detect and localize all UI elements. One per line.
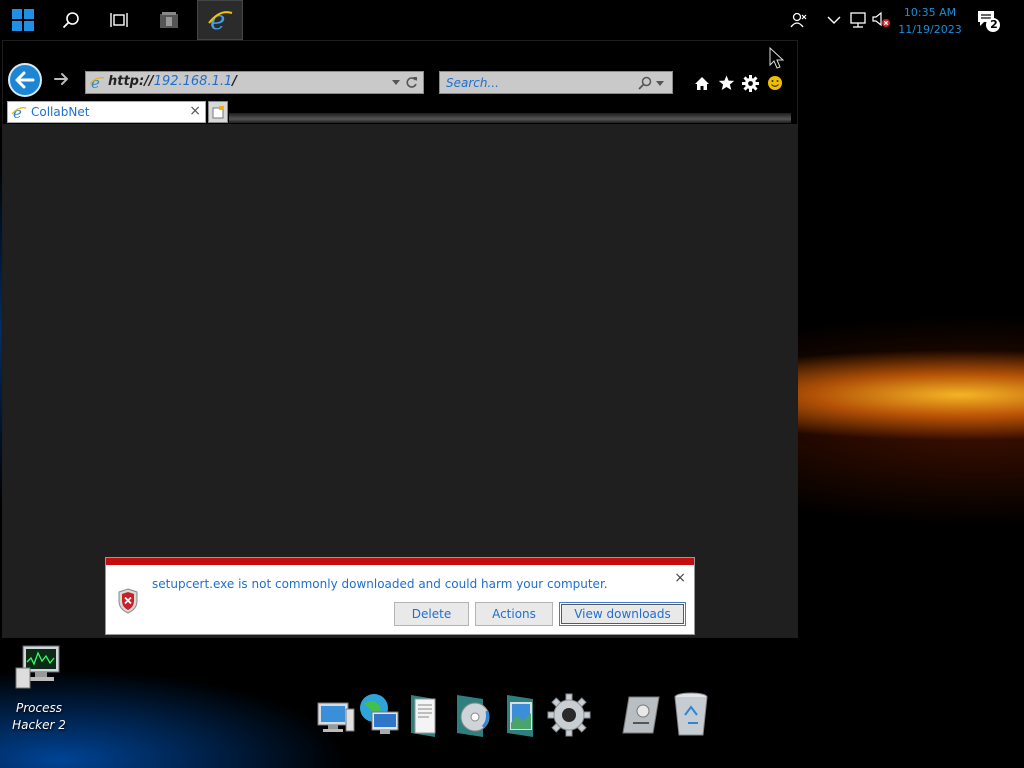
music-folder-icon	[457, 695, 490, 737]
delete-button[interactable]: Delete	[394, 602, 469, 626]
browser-window: e http://192.168.1.1/ Search... e Collab…	[3, 41, 797, 637]
svg-text:e: e	[13, 105, 22, 120]
view-downloads-button[interactable]: View downloads	[559, 602, 686, 626]
search-icon[interactable]	[638, 76, 652, 90]
clock-time: 10:35 AM	[903, 6, 957, 19]
desktop-icon-process-hacker[interactable]: Process Hacker 2	[4, 644, 74, 734]
tab-ie-icon: e	[12, 105, 27, 120]
download-notification-bar: setupcert.exe is not commonly downloaded…	[105, 557, 695, 635]
dock-network[interactable]	[356, 690, 402, 740]
control-panel-icon	[622, 696, 660, 734]
taskbar: e 10:35 AM 11/19/2023 2	[0, 0, 1024, 40]
dock-recycle-bin[interactable]	[668, 690, 714, 740]
tab-row-separator	[229, 113, 791, 123]
dock-documents[interactable]	[402, 690, 448, 740]
computer-icon	[317, 702, 355, 732]
search-dropdown-icon[interactable]	[656, 81, 664, 87]
actions-button[interactable]: Actions	[475, 602, 553, 626]
favorites-button[interactable]	[716, 73, 736, 93]
show-hidden-icons-button[interactable]	[823, 10, 845, 30]
warning-stripe	[106, 558, 694, 565]
internet-explorer-taskbar-button[interactable]: e	[197, 0, 243, 40]
volume-tray-button[interactable]	[870, 10, 892, 30]
search-placeholder: Search...	[446, 76, 499, 90]
network-tray-button[interactable]	[847, 10, 869, 30]
url-path: /	[232, 74, 238, 89]
people-tray-button[interactable]	[788, 10, 810, 30]
task-view-icon	[110, 13, 128, 27]
forward-button[interactable]	[51, 69, 71, 89]
feedback-button[interactable]	[765, 73, 785, 93]
back-arrow-icon	[15, 71, 35, 89]
search-box[interactable]: Search...	[439, 71, 673, 94]
gear-icon	[741, 74, 759, 92]
recycle-bin-icon	[674, 692, 708, 736]
address-url: http://192.168.1.1/	[108, 74, 237, 89]
mouse-cursor-icon	[769, 47, 785, 69]
settings-gear-icon	[547, 693, 591, 737]
forward-arrow-icon	[54, 73, 68, 85]
notification-count-badge: 2	[990, 18, 998, 31]
new-tab-icon	[212, 105, 224, 118]
process-hacker-icon	[15, 645, 60, 689]
home-button[interactable]	[692, 73, 712, 93]
back-button[interactable]	[8, 63, 42, 97]
taskbar-app-button[interactable]	[146, 0, 192, 40]
url-host: 192.168.1.1	[153, 74, 233, 89]
action-center-button[interactable]: 2	[976, 9, 1002, 33]
address-dropdown-icon[interactable]	[392, 80, 400, 86]
app-icon	[160, 12, 178, 28]
notification-close-icon[interactable]: ×	[674, 570, 686, 586]
windows-logo-icon	[12, 9, 34, 31]
notification-message: setupcert.exe is not commonly downloaded…	[152, 577, 608, 591]
smiley-icon	[768, 76, 782, 90]
svg-text:e: e	[91, 75, 100, 90]
dock-music[interactable]	[452, 690, 498, 740]
url-scheme: http://	[108, 74, 154, 89]
tab-close-icon[interactable]: ×	[189, 103, 201, 119]
dock-settings[interactable]	[546, 690, 592, 740]
volume-muted-icon	[872, 11, 890, 27]
people-icon	[790, 12, 807, 28]
dock-computer[interactable]	[312, 690, 358, 740]
internet-explorer-icon: e	[208, 7, 233, 33]
tab-collabnet[interactable]: e CollabNet ×	[7, 101, 206, 123]
shield-error-icon	[118, 588, 138, 614]
network-globe-icon	[360, 694, 399, 734]
page-ie-icon: e	[90, 75, 105, 90]
chevron-up-icon	[827, 16, 841, 24]
tab-title: CollabNet	[31, 105, 90, 119]
task-view-button[interactable]	[96, 0, 142, 40]
tools-button[interactable]	[740, 73, 760, 93]
documents-folder-icon	[411, 695, 436, 737]
desktop-icon-label: Process Hacker 2	[4, 700, 74, 734]
desktop-icon-label-line2: Hacker 2	[12, 718, 66, 732]
address-bar[interactable]: e http://192.168.1.1/	[85, 71, 424, 94]
desktop-icon-label-line1: Process	[16, 701, 62, 715]
home-icon	[695, 76, 709, 90]
pictures-folder-icon	[507, 695, 533, 737]
dock-control-panel[interactable]	[618, 690, 664, 740]
search-button[interactable]	[48, 0, 94, 40]
dock-pictures[interactable]	[498, 690, 544, 740]
new-tab-button[interactable]	[208, 101, 228, 123]
search-icon	[62, 12, 79, 29]
clock-date: 11/19/2023	[898, 23, 962, 36]
network-icon	[850, 12, 866, 28]
refresh-icon[interactable]	[405, 76, 418, 89]
star-icon	[718, 75, 734, 90]
clock[interactable]: 10:35 AM 11/19/2023	[892, 4, 968, 38]
start-button[interactable]	[0, 0, 46, 40]
